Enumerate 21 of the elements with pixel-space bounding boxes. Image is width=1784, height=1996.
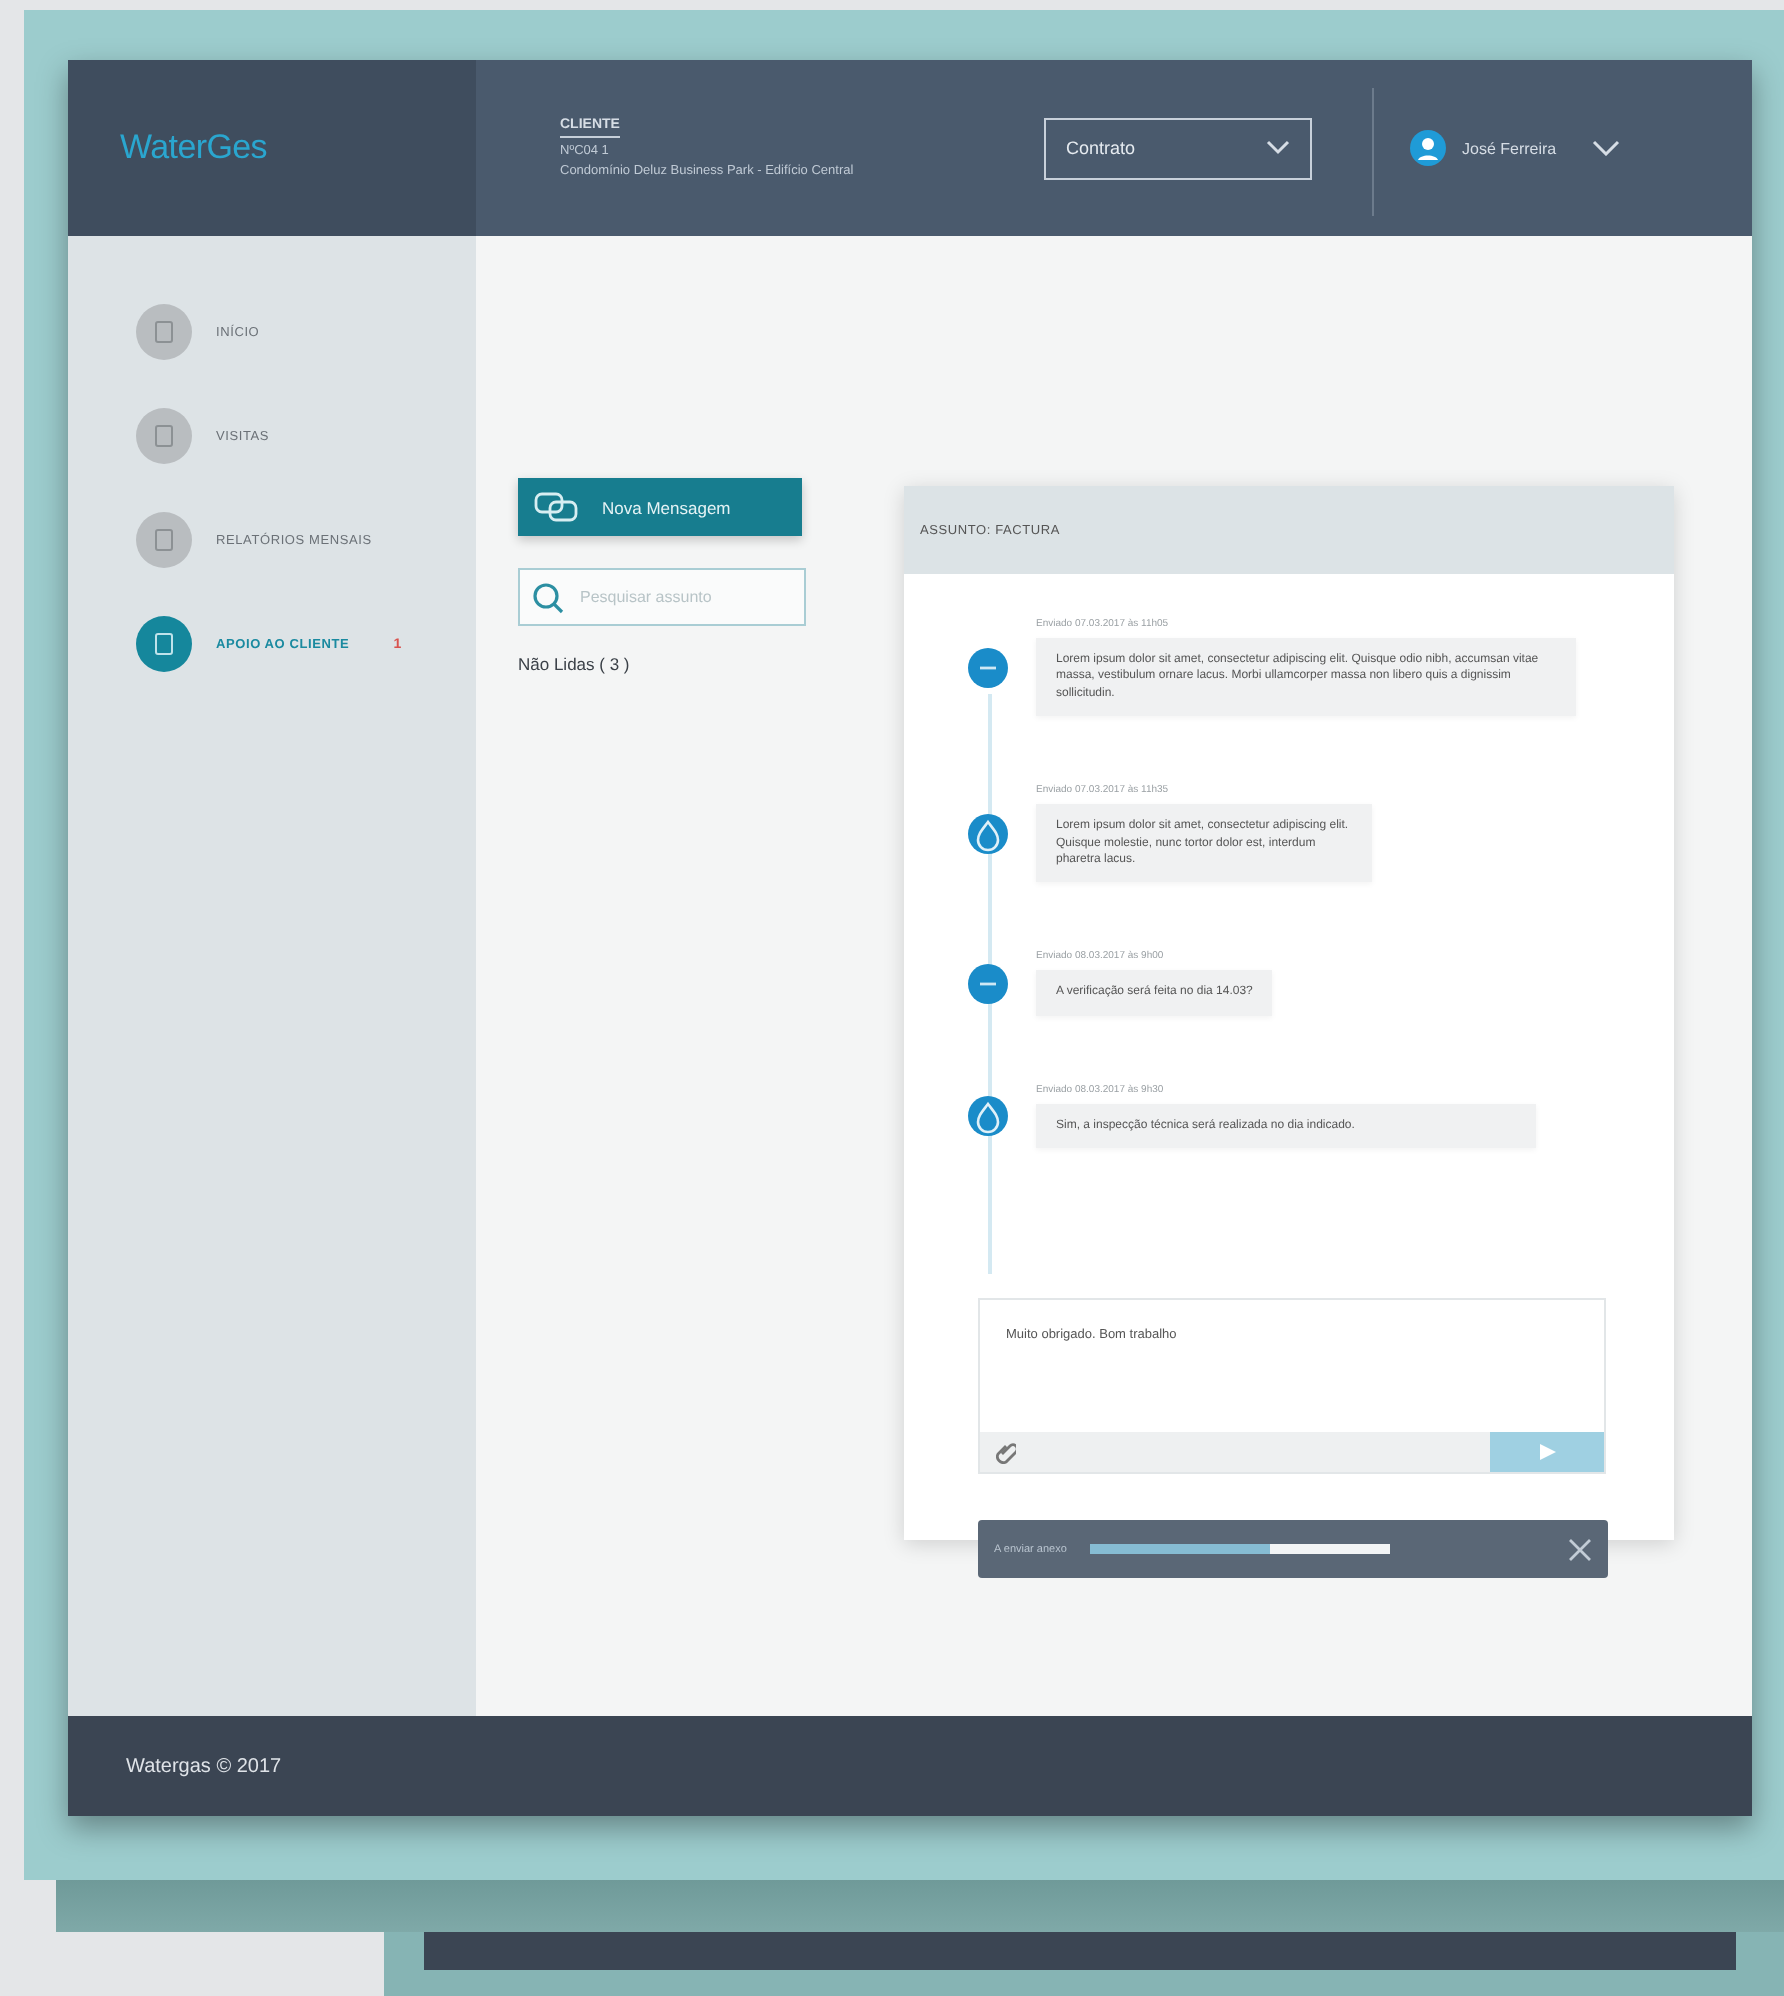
- chat-bubbles-icon: [534, 491, 578, 523]
- send-icon: [1537, 1442, 1557, 1462]
- close-icon[interactable]: [1568, 1537, 1592, 1561]
- chevron-down-icon: [1592, 140, 1621, 156]
- user-avatar-icon: [1410, 130, 1446, 166]
- chevron-down-icon: [1266, 140, 1290, 156]
- logo[interactable]: WaterGes: [120, 128, 267, 168]
- paperclip-icon: [996, 1440, 1016, 1464]
- client-avatar-icon: [968, 647, 1008, 688]
- copyright-text: Watergas © 2017: [126, 1755, 282, 1777]
- contract-select[interactable]: Contrato: [1044, 117, 1312, 179]
- nav-icon: [136, 304, 192, 360]
- nav-icon: [136, 616, 192, 672]
- unread-count[interactable]: Não Lidas ( 3 ): [518, 654, 814, 674]
- search-icon: [532, 581, 564, 613]
- user-name[interactable]: José Ferreira: [1462, 139, 1557, 157]
- nav-icon: [136, 408, 192, 464]
- search-field[interactable]: Pesquisar assunto: [518, 568, 806, 626]
- nav-icon: [136, 512, 192, 568]
- new-message-button[interactable]: Nova Mensagem: [518, 478, 802, 536]
- search-input[interactable]: Pesquisar assunto: [580, 588, 780, 606]
